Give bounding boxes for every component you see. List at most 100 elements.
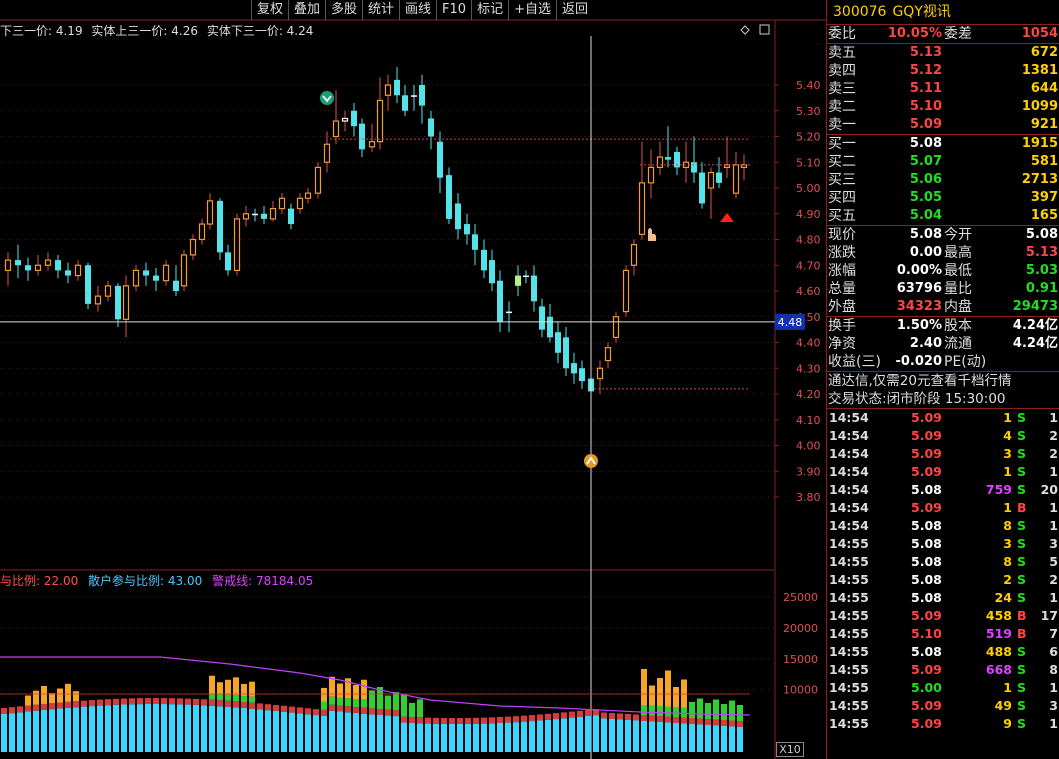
tick-price: 5.08: [911, 536, 942, 551]
volume-bar-segment: [537, 714, 543, 721]
price-axis-label: 3.90: [796, 465, 821, 478]
volume-bar-segment: [585, 709, 591, 716]
toolbar-multi-stock-button[interactable]: 多股: [324, 0, 362, 20]
tick-row[interactable]: 14:55 5.00 1 S 1: [827, 679, 1059, 697]
volume-bar-segment: [641, 705, 647, 715]
tick-side: S: [1017, 464, 1027, 479]
sell-level-label: 卖三: [828, 81, 856, 97]
candle-body: [539, 306, 545, 330]
volume-bar-segment: [329, 704, 335, 711]
tick-row[interactable]: 14:55 5.09 9 S 1: [827, 715, 1059, 733]
volume-bar-segment: [225, 700, 231, 707]
tick-price: 5.08: [911, 572, 942, 587]
candle-body: [304, 192, 312, 199]
volume-bar-segment: [137, 698, 143, 705]
toolbar-mark-button[interactable]: 标记: [471, 0, 508, 20]
tick-row[interactable]: 14:54 5.09 1 S 1: [827, 409, 1059, 427]
tick-row[interactable]: 14:55 5.09 49 S 3: [827, 697, 1059, 715]
candle-body: [198, 223, 206, 241]
volume-bar-segment: [129, 698, 135, 705]
volume-bar: [497, 722, 503, 752]
tick-row[interactable]: 14:55 5.09 458 B 17: [827, 607, 1059, 625]
price-axis-label: 5.30: [796, 105, 821, 118]
sell-level-row[interactable]: 卖四 5.12 1381: [827, 62, 1059, 80]
level2-notice-link[interactable]: 通达信,仅需20元查看千档行情: [828, 372, 1011, 390]
volume-bar-segment: [265, 704, 271, 711]
tick-row[interactable]: 14:54 5.09 3 S 2: [827, 445, 1059, 463]
volume-bar-segment: [721, 704, 727, 720]
candle-body: [596, 367, 604, 380]
kline-chart-area[interactable]: 5.40 5.30 5.20 5.10 5.00 4.90 4.80 4.70 4.60 4.50…: [0, 0, 826, 759]
buy-level-row[interactable]: 买二 5.07 581: [827, 153, 1059, 171]
toolbar-back-button[interactable]: 返回: [555, 0, 593, 20]
tick-list[interactable]: 14:54 5.09 1 S 1 14:54 5.09 4 S 2 14:54 5.09 3 S 2 14:5…: [827, 409, 1059, 733]
tick-row[interactable]: 14:55 5.08 8 S 5: [827, 553, 1059, 571]
fin-row: 净资 2.40 流通 4.24亿: [827, 335, 1059, 353]
volume-bar: [489, 723, 495, 752]
volume-bar: [393, 716, 399, 752]
sell-level-row[interactable]: 卖一 5.09 921: [827, 116, 1059, 134]
tick-row[interactable]: 14:55 5.08 24 S 1: [827, 589, 1059, 607]
candle-body: [571, 363, 577, 374]
buy-level-row[interactable]: 买四 5.05 397: [827, 189, 1059, 207]
tick-volume: 668: [985, 662, 1012, 677]
tick-price: 5.08: [911, 644, 942, 659]
buy-level-row[interactable]: 买五 5.04 165: [827, 207, 1059, 225]
volume-bar: [377, 714, 383, 752]
volume-bar-segment: [337, 697, 343, 706]
volume-bar: [521, 721, 527, 752]
sell-level-row[interactable]: 卖二 5.10 1099: [827, 98, 1059, 116]
volume-bar-segment: [385, 695, 391, 710]
toolbar-overlay-button[interactable]: 叠加: [287, 0, 325, 20]
price-axis-label: 4.30: [796, 362, 821, 375]
buy-level-row[interactable]: 买三 5.06 2713: [827, 171, 1059, 189]
buy-orders: 买一 5.08 1915 买二 5.07 581 买三 5.06 2713 买四 5.05 397 买五…: [827, 135, 1059, 225]
volume-bar-segment: [481, 717, 487, 724]
volume-bar: [153, 704, 159, 752]
volume-bar: [25, 711, 31, 752]
volume-bar: [401, 722, 407, 752]
candle-body: [65, 270, 71, 276]
hand-cursor-icon: [648, 228, 656, 241]
sell-level-row[interactable]: 卖五 5.13 672: [827, 44, 1059, 62]
tick-time: 14:54: [829, 464, 869, 479]
volume-bar-segment: [433, 717, 439, 724]
toolbar-add-watchlist-button[interactable]: +自选: [508, 0, 556, 20]
volume-bar-segment: [689, 718, 695, 724]
candle-body: [523, 275, 529, 278]
tick-row[interactable]: 14:55 5.08 3 S 3: [827, 535, 1059, 553]
tick-row[interactable]: 14:54 5.09 1 S 1: [827, 463, 1059, 481]
volume-bar-segment: [121, 698, 127, 705]
tick-row[interactable]: 14:54 5.08 759 S 20: [827, 481, 1059, 499]
volume-bar: [193, 704, 199, 752]
price-axis-label: 5.20: [796, 131, 821, 144]
stock-name: GQY视讯: [892, 4, 951, 20]
tick-row[interactable]: 14:55 5.09 668 S 8: [827, 661, 1059, 679]
toolbar-f10-button[interactable]: F10: [436, 0, 471, 20]
volume-bar: [113, 704, 119, 752]
tick-row[interactable]: 14:54 5.09 1 B 1: [827, 499, 1059, 517]
tick-row[interactable]: 14:54 5.08 8 S 1: [827, 517, 1059, 535]
tick-row[interactable]: 14:55 5.08 488 S 6: [827, 643, 1059, 661]
tick-row[interactable]: 14:55 5.08 2 S 2: [827, 571, 1059, 589]
candle-body: [419, 85, 425, 106]
tick-row[interactable]: 14:54 5.09 4 S 2: [827, 427, 1059, 445]
candle-body: [55, 260, 61, 271]
toolbar-fuquan-button[interactable]: 复权: [250, 0, 288, 20]
volume-bar-segment: [209, 693, 215, 700]
buy-level-label: 买一: [828, 136, 856, 152]
zoom-indicator[interactable]: X10: [776, 742, 804, 757]
buy-level-row[interactable]: 买一 5.08 1915: [827, 135, 1059, 153]
sell-level-row[interactable]: 卖三 5.11 644: [827, 80, 1059, 98]
volume-bar-segment: [681, 707, 687, 718]
toolbar-stats-button[interactable]: 统计: [362, 0, 399, 20]
quote-label: 最低: [944, 263, 972, 279]
toolbar-draw-button[interactable]: 画线: [399, 0, 436, 20]
volume-bar-segment: [113, 698, 119, 705]
kline-chart-svg[interactable]: 5.405.305.205.105.004.904.804.704.604.50…: [0, 0, 826, 759]
candle-body: [132, 269, 140, 287]
tick-side: S: [1017, 572, 1027, 587]
volume-bar-segment: [289, 706, 295, 713]
tick-row[interactable]: 14:55 5.10 519 B 7: [827, 625, 1059, 643]
notice-row[interactable]: 通达信,仅需20元查看千档行情: [827, 372, 1059, 390]
